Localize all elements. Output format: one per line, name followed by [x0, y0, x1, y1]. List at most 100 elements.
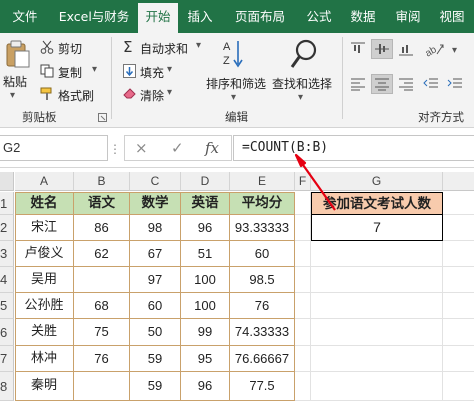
cell[interactable] — [295, 267, 311, 293]
table-cell-chinese[interactable]: 76 — [74, 346, 130, 372]
fill-button[interactable]: 填充 — [140, 64, 164, 81]
formula-input[interactable]: =COUNT(B:B) — [233, 135, 474, 161]
cell[interactable] — [443, 241, 474, 267]
table-cell-name[interactable]: 卢俊义 — [15, 241, 74, 267]
table-cell-english[interactable]: 99 — [181, 319, 230, 346]
cell[interactable] — [443, 267, 474, 293]
row-header[interactable]: 6 — [0, 319, 14, 346]
cell[interactable] — [443, 346, 474, 372]
name-box-menu-icon[interactable]: ⋮ — [109, 142, 121, 156]
tab-insert[interactable]: 插入 — [178, 0, 222, 33]
table-cell-chinese[interactable] — [74, 372, 130, 401]
table-cell-chinese[interactable]: 86 — [74, 215, 130, 241]
column-header-g[interactable]: G — [311, 172, 443, 191]
column-header-e[interactable]: E — [230, 172, 295, 191]
table-cell-math[interactable]: 67 — [130, 241, 181, 267]
row-header[interactable]: 2 — [0, 215, 14, 241]
enter-icon[interactable]: ✓ — [171, 136, 184, 160]
find-select-dropdown-icon[interactable]: ▾ — [298, 92, 303, 103]
row-header[interactable]: 4 — [0, 267, 14, 293]
table-header-name[interactable]: 姓名 — [15, 192, 74, 215]
find-select-button[interactable]: 查找和选择 — [272, 75, 332, 92]
fill-dropdown-icon[interactable]: ▾ — [167, 64, 172, 75]
autosum-dropdown-icon[interactable]: ▾ — [196, 40, 201, 51]
clear-button[interactable]: 清除 — [140, 87, 164, 104]
table-cell-chinese[interactable]: 68 — [74, 293, 130, 319]
row-header[interactable]: 5 — [0, 293, 14, 319]
table-cell-math[interactable]: 98 — [130, 215, 181, 241]
cell[interactable] — [295, 293, 311, 319]
increase-indent-icon[interactable] — [447, 77, 463, 94]
cell[interactable] — [295, 192, 311, 215]
name-box[interactable]: G2 — [0, 135, 108, 161]
result-value-cell[interactable]: 7 — [311, 215, 443, 241]
cell[interactable] — [443, 215, 474, 241]
table-cell-math[interactable]: 59 — [130, 372, 181, 401]
table-cell-name[interactable]: 吴用 — [15, 267, 74, 293]
tab-excel-finance[interactable]: Excel与财务 — [50, 0, 138, 33]
table-header-chinese[interactable]: 语文 — [74, 192, 130, 215]
cell[interactable] — [443, 192, 474, 215]
column-header-c[interactable]: C — [130, 172, 181, 191]
table-cell-math[interactable]: 97 — [130, 267, 181, 293]
table-cell-english[interactable]: 100 — [181, 267, 230, 293]
table-cell-chinese[interactable] — [74, 267, 130, 293]
table-cell-name[interactable]: 秦明 — [15, 372, 74, 401]
copy-dropdown-icon[interactable]: ▾ — [92, 64, 97, 75]
row-header[interactable]: 1 — [0, 192, 14, 215]
table-header-average[interactable]: 平均分 — [230, 192, 295, 215]
table-cell-average[interactable]: 76 — [230, 293, 295, 319]
column-header-f[interactable]: F — [295, 172, 311, 191]
tab-page-layout[interactable]: 页面布局 — [222, 0, 298, 33]
cell[interactable] — [443, 372, 474, 401]
table-cell-average[interactable]: 77.5 — [230, 372, 295, 401]
table-cell-average[interactable]: 98.5 — [230, 267, 295, 293]
tab-file[interactable]: 文件 — [0, 0, 50, 33]
cell[interactable] — [295, 215, 311, 241]
tab-review[interactable]: 审阅 — [386, 0, 430, 33]
align-bottom-icon[interactable] — [398, 41, 414, 60]
table-cell-english[interactable]: 96 — [181, 215, 230, 241]
table-cell-english[interactable]: 51 — [181, 241, 230, 267]
paste-button[interactable]: 粘贴 — [3, 73, 27, 90]
row-header[interactable]: 8 — [0, 372, 14, 401]
orientation-dropdown-icon[interactable]: ▾ — [452, 45, 457, 56]
table-header-math[interactable]: 数学 — [130, 192, 181, 215]
align-right-icon[interactable] — [398, 77, 414, 94]
align-center-icon[interactable] — [371, 74, 393, 94]
decrease-indent-icon[interactable] — [423, 77, 439, 94]
cell[interactable] — [295, 319, 311, 346]
cell[interactable] — [311, 319, 443, 346]
column-header-d[interactable]: D — [181, 172, 230, 191]
sort-filter-button[interactable]: 排序和筛选 — [206, 75, 266, 92]
table-cell-math[interactable]: 59 — [130, 346, 181, 372]
orientation-icon[interactable]: ab — [423, 41, 445, 60]
table-cell-average[interactable]: 93.33333 — [230, 215, 295, 241]
tab-data[interactable]: 数据 — [340, 0, 386, 33]
table-cell-average[interactable]: 60 — [230, 241, 295, 267]
copy-button[interactable]: 复制 — [58, 64, 82, 81]
table-cell-math[interactable]: 50 — [130, 319, 181, 346]
align-middle-icon[interactable] — [371, 39, 393, 59]
row-header[interactable]: 3 — [0, 241, 14, 267]
table-cell-chinese[interactable]: 62 — [74, 241, 130, 267]
cell[interactable] — [295, 372, 311, 401]
clear-dropdown-icon[interactable]: ▾ — [167, 87, 172, 98]
tab-formulas[interactable]: 公式 — [298, 0, 340, 33]
table-cell-name[interactable]: 宋江 — [15, 215, 74, 241]
table-cell-name[interactable]: 关胜 — [15, 319, 74, 346]
cell[interactable] — [443, 293, 474, 319]
table-cell-chinese[interactable]: 75 — [74, 319, 130, 346]
cell[interactable] — [311, 241, 443, 267]
autosum-button[interactable]: 自动求和 — [140, 40, 188, 57]
table-cell-english[interactable]: 95 — [181, 346, 230, 372]
column-header-h[interactable] — [443, 172, 474, 191]
align-top-icon[interactable] — [350, 41, 366, 60]
column-header-a[interactable]: A — [15, 172, 74, 191]
column-header-b[interactable]: B — [74, 172, 130, 191]
cancel-icon[interactable]: × — [135, 136, 148, 160]
cell[interactable] — [311, 346, 443, 372]
cut-button[interactable]: 剪切 — [58, 40, 82, 57]
table-cell-english[interactable]: 100 — [181, 293, 230, 319]
select-all-corner[interactable] — [0, 172, 14, 191]
